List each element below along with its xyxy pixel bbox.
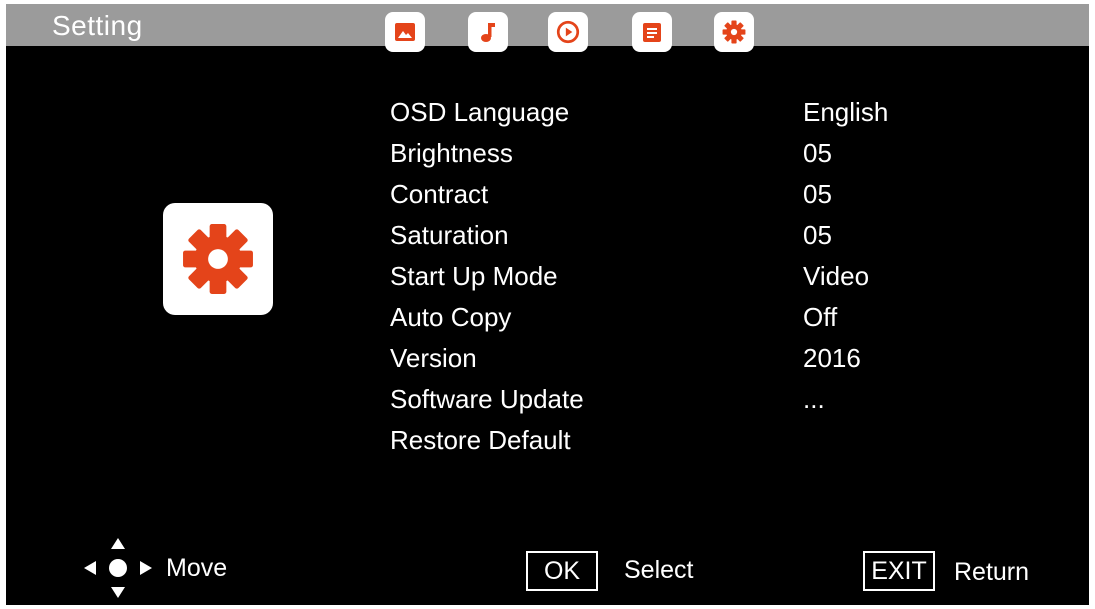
select-label: Select xyxy=(624,556,694,584)
setting-row-osd-language[interactable]: OSD Language English xyxy=(6,97,1089,137)
setting-label: Contract xyxy=(390,179,489,209)
tab-photo[interactable] xyxy=(385,12,425,52)
setting-label: Start Up Mode xyxy=(390,261,558,291)
setting-label: Saturation xyxy=(390,220,509,250)
setting-value: ... xyxy=(803,384,825,414)
ok-key-indicator: OK xyxy=(526,551,598,591)
setting-value: 05 xyxy=(803,179,832,209)
setting-value: 05 xyxy=(803,220,832,250)
setting-row-restore-default[interactable]: Restore Default xyxy=(6,425,1089,465)
setting-label: Auto Copy xyxy=(390,302,512,332)
image-icon xyxy=(395,23,415,41)
setting-value: Off xyxy=(803,302,838,332)
setting-label: Version xyxy=(390,343,477,373)
setting-row-version[interactable]: Version 2016 xyxy=(6,343,1089,383)
tab-video[interactable] xyxy=(548,12,588,52)
setting-row-software-update[interactable]: Software Update ... xyxy=(6,384,1089,424)
top-bar: Setting xyxy=(6,4,1089,52)
gear-icon xyxy=(722,20,746,44)
setting-label: OSD Language xyxy=(390,97,570,127)
move-hint xyxy=(80,534,156,607)
osd-screen: Setting OSD Language English Brightness … xyxy=(6,4,1089,605)
page-title: Setting xyxy=(52,10,143,41)
dpad-arrows-icon xyxy=(84,538,152,598)
setting-row-saturation[interactable]: Saturation 05 xyxy=(6,220,1089,260)
setting-row-brightness[interactable]: Brightness 05 xyxy=(6,138,1089,178)
setting-row-auto-copy[interactable]: Auto Copy Off xyxy=(6,302,1089,342)
document-icon xyxy=(643,23,661,42)
tab-text[interactable] xyxy=(632,12,672,52)
setting-value: 05 xyxy=(803,138,832,168)
setting-label: Restore Default xyxy=(390,425,571,455)
setting-row-start-up-mode[interactable]: Start Up Mode Video xyxy=(6,261,1089,301)
setting-value: English xyxy=(803,97,889,127)
tab-music[interactable] xyxy=(468,12,508,52)
move-label: Move xyxy=(166,554,228,582)
setting-value: Video xyxy=(803,261,870,291)
setting-label: Brightness xyxy=(390,138,513,168)
exit-key-indicator: EXIT xyxy=(863,551,935,591)
return-label: Return xyxy=(954,558,1030,586)
music-note-icon xyxy=(481,23,495,42)
footer-hints: Move OK Select EXIT Return xyxy=(6,534,1089,604)
setting-row-contract[interactable]: Contract 05 xyxy=(6,179,1089,219)
play-circle-icon xyxy=(556,20,580,44)
setting-value: 2016 xyxy=(803,343,861,373)
setting-label: Software Update xyxy=(390,384,584,414)
tab-setting[interactable] xyxy=(714,12,754,52)
